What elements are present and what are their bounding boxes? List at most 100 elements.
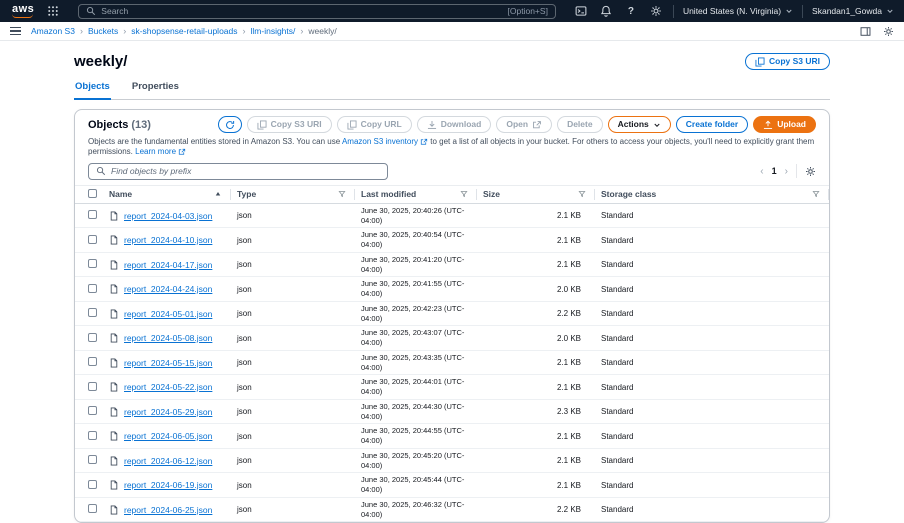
row-checkbox[interactable] <box>88 479 97 489</box>
page-settings-gear-icon[interactable] <box>883 26 894 37</box>
object-name-link[interactable]: report_2024-04-10.json <box>124 235 212 245</box>
breadcrumb-link[interactable]: weekly/ <box>308 26 336 36</box>
breadcrumb-link[interactable]: sk-shopsense-retail-uploads <box>131 26 237 36</box>
object-name-link[interactable]: report_2024-05-15.json <box>124 358 212 368</box>
s3-inventory-link[interactable]: Amazon S3 inventory <box>342 137 428 146</box>
breadcrumb-link[interactable]: Buckets <box>88 26 118 36</box>
object-size: 2.2 KB <box>477 301 595 327</box>
refresh-button[interactable] <box>217 116 242 133</box>
column-header-storage-class[interactable]: Storage class <box>595 184 829 204</box>
row-checkbox[interactable] <box>88 332 97 342</box>
object-name-link[interactable]: report_2024-04-17.json <box>124 260 212 270</box>
object-row: report_2024-06-12.json json June 30, 202… <box>75 448 829 474</box>
object-name-link[interactable]: report_2024-05-01.json <box>124 309 212 319</box>
row-checkbox[interactable] <box>88 430 97 440</box>
copy-url-button[interactable]: Copy URL <box>336 116 412 133</box>
download-button[interactable]: Download <box>416 116 492 133</box>
external-link-icon <box>420 138 428 146</box>
create-folder-button[interactable]: Create folder <box>675 116 749 133</box>
object-name-link[interactable]: report_2024-06-19.json <box>124 480 212 490</box>
account-menu[interactable]: Skandan1_Gowda <box>812 6 894 16</box>
row-checkbox[interactable] <box>88 234 97 244</box>
object-storage-class: Standard <box>595 203 829 229</box>
object-last-modified: June 30, 2025, 20:43:07 (UTC-04:00) <box>361 328 465 348</box>
row-checkbox[interactable] <box>88 259 97 269</box>
object-name-link[interactable]: report_2024-05-08.json <box>124 333 212 343</box>
cloudshell-terminal-icon[interactable] <box>573 3 589 19</box>
objects-table: Name Type Last modified Size Storage cla… <box>75 184 829 523</box>
column-header-name[interactable]: Name <box>103 184 231 204</box>
aws-logo[interactable]: aws <box>10 4 36 18</box>
object-last-modified: June 30, 2025, 20:40:26 (UTC-04:00) <box>361 205 465 225</box>
sidebar-toggle-hamburger-icon[interactable] <box>10 26 22 36</box>
chevron-down-icon <box>785 7 793 15</box>
copy-icon <box>755 57 765 67</box>
row-checkbox[interactable] <box>88 283 97 293</box>
filter-icon[interactable] <box>338 190 346 198</box>
tab-properties[interactable]: Properties <box>131 78 180 99</box>
object-last-modified: June 30, 2025, 20:43:35 (UTC-04:00) <box>361 352 465 372</box>
breadcrumb-item[interactable]: Amazon S3 › <box>31 26 88 36</box>
column-header-last-modified[interactable]: Last modified <box>355 184 477 204</box>
select-all-checkbox[interactable] <box>88 188 97 198</box>
open-button[interactable]: Open <box>496 116 553 133</box>
object-name-link[interactable]: report_2024-06-12.json <box>124 456 212 466</box>
breadcrumb-item[interactable]: llm-insights/ › <box>251 26 309 36</box>
previous-page-button[interactable]: ‹ <box>760 166 763 177</box>
object-name-link[interactable]: report_2024-06-25.json <box>124 505 212 515</box>
help-icon[interactable]: ? <box>623 3 639 19</box>
split-panel-icon[interactable] <box>860 26 871 37</box>
next-page-button[interactable]: › <box>785 166 788 177</box>
services-grid-icon[interactable] <box>45 3 61 19</box>
filter-icon[interactable] <box>460 190 468 198</box>
find-objects-input[interactable] <box>111 166 380 177</box>
object-name-link[interactable]: report_2024-05-22.json <box>124 382 212 392</box>
notifications-bell-icon[interactable] <box>598 3 614 19</box>
tab-objects[interactable]: Objects <box>74 78 111 100</box>
breadcrumb-link[interactable]: llm-insights/ <box>251 26 296 36</box>
breadcrumb-item[interactable]: weekly/› <box>308 26 336 36</box>
global-search-input[interactable] <box>101 6 503 16</box>
object-name-link[interactable]: report_2024-04-03.json <box>124 211 212 221</box>
actions-dropdown-button[interactable]: Actions <box>607 116 671 133</box>
row-checkbox[interactable] <box>88 308 97 318</box>
object-size: 2.1 KB <box>477 374 595 400</box>
object-type: json <box>231 227 355 253</box>
filter-icon[interactable] <box>578 190 586 198</box>
column-header-size[interactable]: Size <box>477 184 595 204</box>
object-storage-class: Standard <box>595 497 829 523</box>
sort-ascending-icon <box>214 190 222 198</box>
region-selector[interactable]: United States (N. Virginia) <box>683 6 793 16</box>
filter-icon[interactable] <box>812 190 820 198</box>
object-name-link[interactable]: report_2024-04-24.json <box>124 284 212 294</box>
global-search[interactable]: [Option+S] <box>78 3 556 19</box>
delete-button[interactable]: Delete <box>557 116 603 133</box>
breadcrumb-item[interactable]: sk-shopsense-retail-uploads › <box>131 26 250 36</box>
object-name-link[interactable]: report_2024-06-05.json <box>124 431 212 441</box>
table-preferences-gear-icon[interactable] <box>805 166 816 177</box>
object-type: json <box>231 325 355 351</box>
row-checkbox[interactable] <box>88 381 97 391</box>
page-title: weekly/ <box>74 53 128 70</box>
copy-icon <box>347 120 357 130</box>
row-checkbox[interactable] <box>88 210 97 220</box>
object-last-modified: June 30, 2025, 20:44:01 (UTC-04:00) <box>361 377 465 397</box>
breadcrumb-link[interactable]: Amazon S3 <box>31 26 75 36</box>
column-header-type[interactable]: Type <box>231 184 355 204</box>
learn-more-link[interactable]: Learn more <box>135 147 186 156</box>
objects-toolbar: Copy S3 URI Copy URL Download Open Delet… <box>217 116 816 133</box>
upload-button[interactable]: Upload <box>753 116 816 133</box>
object-name-link[interactable]: report_2024-05-29.json <box>124 407 212 417</box>
object-type: json <box>231 497 355 523</box>
copy-s3-uri-button[interactable]: Copy S3 URI <box>246 116 332 133</box>
row-checkbox[interactable] <box>88 406 97 416</box>
object-storage-class: Standard <box>595 423 829 449</box>
row-checkbox[interactable] <box>88 357 97 367</box>
current-page[interactable]: 1 <box>772 166 777 176</box>
copy-s3-uri-header-button[interactable]: Copy S3 URI <box>744 53 830 70</box>
row-checkbox[interactable] <box>88 504 97 514</box>
find-objects-search[interactable] <box>88 162 388 180</box>
breadcrumb-item[interactable]: Buckets › <box>88 26 131 36</box>
settings-gear-icon[interactable] <box>648 3 664 19</box>
row-checkbox[interactable] <box>88 455 97 465</box>
